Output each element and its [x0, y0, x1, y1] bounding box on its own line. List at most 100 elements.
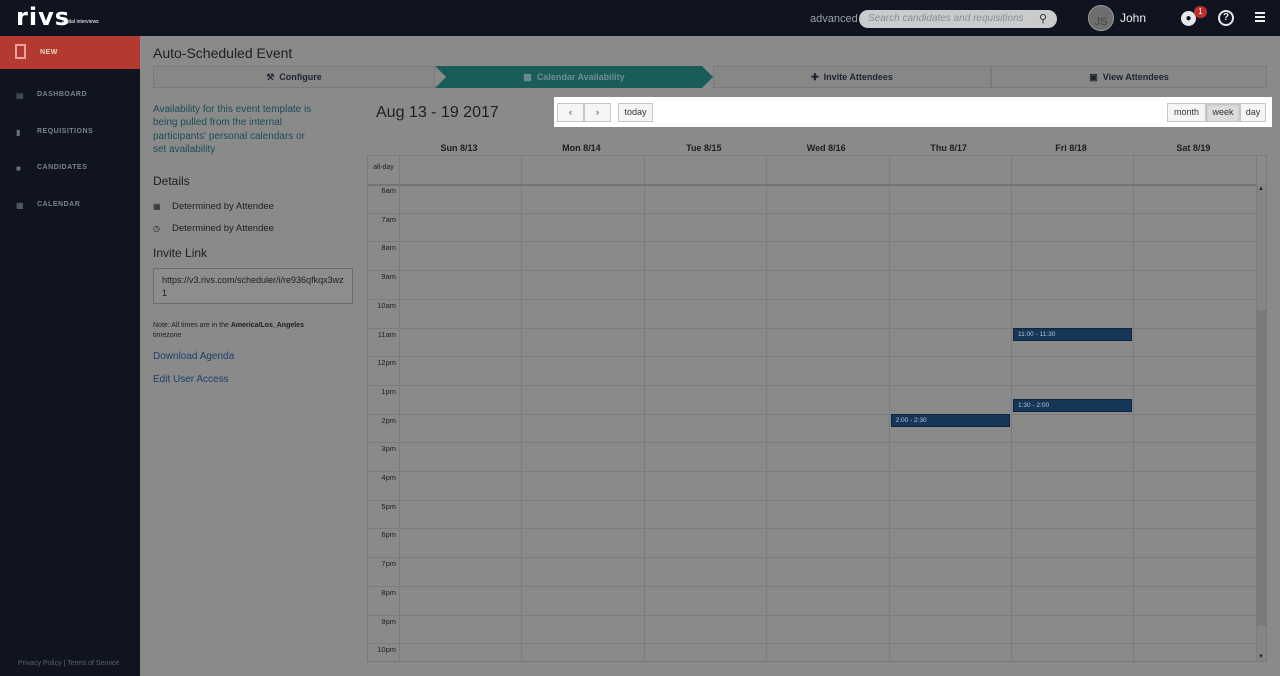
step-calendar-availability[interactable]: ▦ Calendar Availability: [435, 66, 713, 88]
new-document-icon: [15, 44, 26, 59]
detail-date: ▦ Determined by Attendee: [153, 201, 274, 212]
note-prefix: Note: All times are in the: [153, 322, 231, 329]
day-header: Fri 8/18: [1055, 143, 1087, 153]
day-header: Tue 8/15: [686, 143, 722, 153]
user-icon: ■: [16, 164, 21, 173]
sidebar-item-candidates[interactable]: ■ CANDIDATES: [0, 160, 140, 180]
hour-label: 6am: [381, 186, 396, 195]
sidebar-item-new[interactable]: NEW: [0, 36, 140, 69]
calendar-icon: ▦: [153, 202, 161, 211]
help-icon[interactable]: ?: [1218, 10, 1234, 26]
sidebar-item-requisitions[interactable]: ▮ REQUISITIONS: [0, 124, 140, 144]
detail-value: Determined by Attendee: [172, 201, 274, 212]
sidebar-item-dashboard[interactable]: ▤ DASHBOARD: [0, 87, 140, 107]
hour-label: 2pm: [381, 415, 396, 425]
note-suffix: timezone: [153, 332, 182, 339]
month-view-button[interactable]: month: [1167, 103, 1206, 122]
hour-line: [368, 298, 1256, 300]
logo-subtitle: digital interviews: [62, 19, 99, 25]
hour-label: 10pm: [377, 645, 396, 655]
calendar-scrollbar[interactable]: ▲ ▼: [1256, 184, 1266, 661]
hour-line: [368, 585, 1256, 587]
top-bar: rivs digital interviews advanced Search …: [0, 0, 1280, 36]
hour-label: 10am: [377, 300, 396, 310]
sidebar: NEW ▤ DASHBOARD ▮ REQUISITIONS ■ CANDIDA…: [0, 36, 140, 676]
hour-label: 11am: [377, 329, 396, 339]
step-label: Configure: [279, 72, 322, 82]
hour-line: [368, 442, 1256, 444]
week-view-button[interactable]: week: [1206, 103, 1240, 122]
invite-link-field[interactable]: https://v3.rivs.com/scheduler/i/re936qfk…: [153, 268, 353, 304]
day-view-button[interactable]: day: [1240, 103, 1266, 122]
hour-label: 9pm: [381, 616, 396, 626]
user-name[interactable]: John: [1120, 11, 1146, 25]
hour-line: [368, 557, 1256, 559]
scroll-down-icon[interactable]: ▼: [1258, 654, 1264, 660]
hour-line: [368, 614, 1256, 616]
hour-line: [368, 384, 1256, 386]
all-day-label: all-day: [373, 164, 394, 171]
calendar-icon: ▦: [523, 72, 532, 82]
advanced-search-link[interactable]: advanced: [810, 13, 858, 25]
calendar-event[interactable]: 11:00 - 11:30: [1013, 327, 1133, 341]
availability-info: Availability for this event template is …: [153, 104, 312, 155]
avatar[interactable]: JS: [1088, 5, 1114, 31]
document-icon: ▮: [16, 128, 21, 137]
chevron-right-icon: ›: [596, 107, 599, 117]
sidebar-footer-links[interactable]: Privacy Policy | Terms of Service: [18, 660, 119, 667]
calendar-toolbar: ‹ › today month week day: [554, 97, 1272, 127]
step-view-attendees[interactable]: ▣ View Attendees: [991, 66, 1267, 88]
hour-line: [368, 499, 1256, 501]
step-label: View Attendees: [1102, 72, 1169, 82]
week-grid: all-day ▲ ▼ 6am 7am 8am 9am 10am 11am 12pm 1pm 2…: [367, 155, 1267, 662]
next-week-button[interactable]: ›: [584, 103, 611, 122]
hour-label: 7pm: [381, 559, 396, 569]
calendar-event[interactable]: 2:00 - 2:30: [890, 413, 1010, 427]
sidebar-item-label: REQUISITIONS: [37, 128, 94, 135]
menu-icon[interactable]: [1255, 12, 1265, 23]
step-configure[interactable]: ⚒ Configure: [153, 66, 435, 88]
today-button[interactable]: today: [618, 103, 653, 122]
search-icon[interactable]: ⚲: [1039, 12, 1047, 25]
hour-line: [368, 212, 1256, 214]
hour-label: 4pm: [381, 473, 396, 482]
scroll-thumb[interactable]: [1257, 310, 1266, 626]
hour-label: 5pm: [381, 501, 396, 511]
detail-value: Determined by Attendee: [172, 223, 274, 234]
hour-label: 7am: [381, 214, 396, 224]
all-day-divider: [368, 184, 1256, 186]
timezone-note: Note: All times are in the America/Los_A…: [153, 321, 338, 341]
bar-chart-icon: ▤: [16, 91, 24, 100]
prev-week-button[interactable]: ‹: [557, 103, 584, 122]
hour-label: 12pm: [377, 358, 396, 368]
day-header: Sat 8/19: [1176, 143, 1211, 153]
hour-label: 3pm: [381, 444, 396, 454]
hour-label: 8am: [381, 243, 396, 253]
day-header: Sun 8/13: [440, 143, 478, 153]
notification-badge: 1: [1194, 6, 1207, 18]
hour-label: 9am: [381, 272, 396, 282]
sidebar-item-label: CANDIDATES: [37, 164, 88, 171]
invite-link-heading: Invite Link: [153, 246, 208, 260]
day-header: Mon 8/14: [562, 143, 601, 153]
plus-icon: ✚: [811, 72, 819, 82]
sidebar-item-calendar[interactable]: ▦ CALENDAR: [0, 197, 140, 217]
step-invite-attendees[interactable]: ✚ Invite Attendees: [713, 66, 991, 88]
step-label: Invite Attendees: [823, 72, 893, 82]
calendar-icon: ▦: [16, 201, 24, 210]
sidebar-item-label: DASHBOARD: [37, 91, 87, 98]
step-label: Calendar Availability: [536, 72, 625, 82]
hour-line: [368, 528, 1256, 530]
hour-line: [368, 241, 1256, 243]
hour-line: [368, 413, 1256, 415]
hour-label: 6pm: [381, 530, 396, 540]
search-input[interactable]: Search candidates and requisitions ⚲: [859, 10, 1057, 28]
contact-icon: ▣: [1089, 72, 1098, 82]
download-agenda-link[interactable]: Download Agenda: [153, 351, 234, 362]
hour-label: 1pm: [381, 386, 396, 396]
page-title: Auto-Scheduled Event: [153, 45, 293, 61]
scroll-up-icon[interactable]: ▲: [1258, 186, 1264, 192]
hour-line: [368, 356, 1256, 358]
calendar-event[interactable]: 1:30 - 2:00: [1013, 399, 1133, 413]
edit-user-access-link[interactable]: Edit User Access: [153, 374, 229, 385]
